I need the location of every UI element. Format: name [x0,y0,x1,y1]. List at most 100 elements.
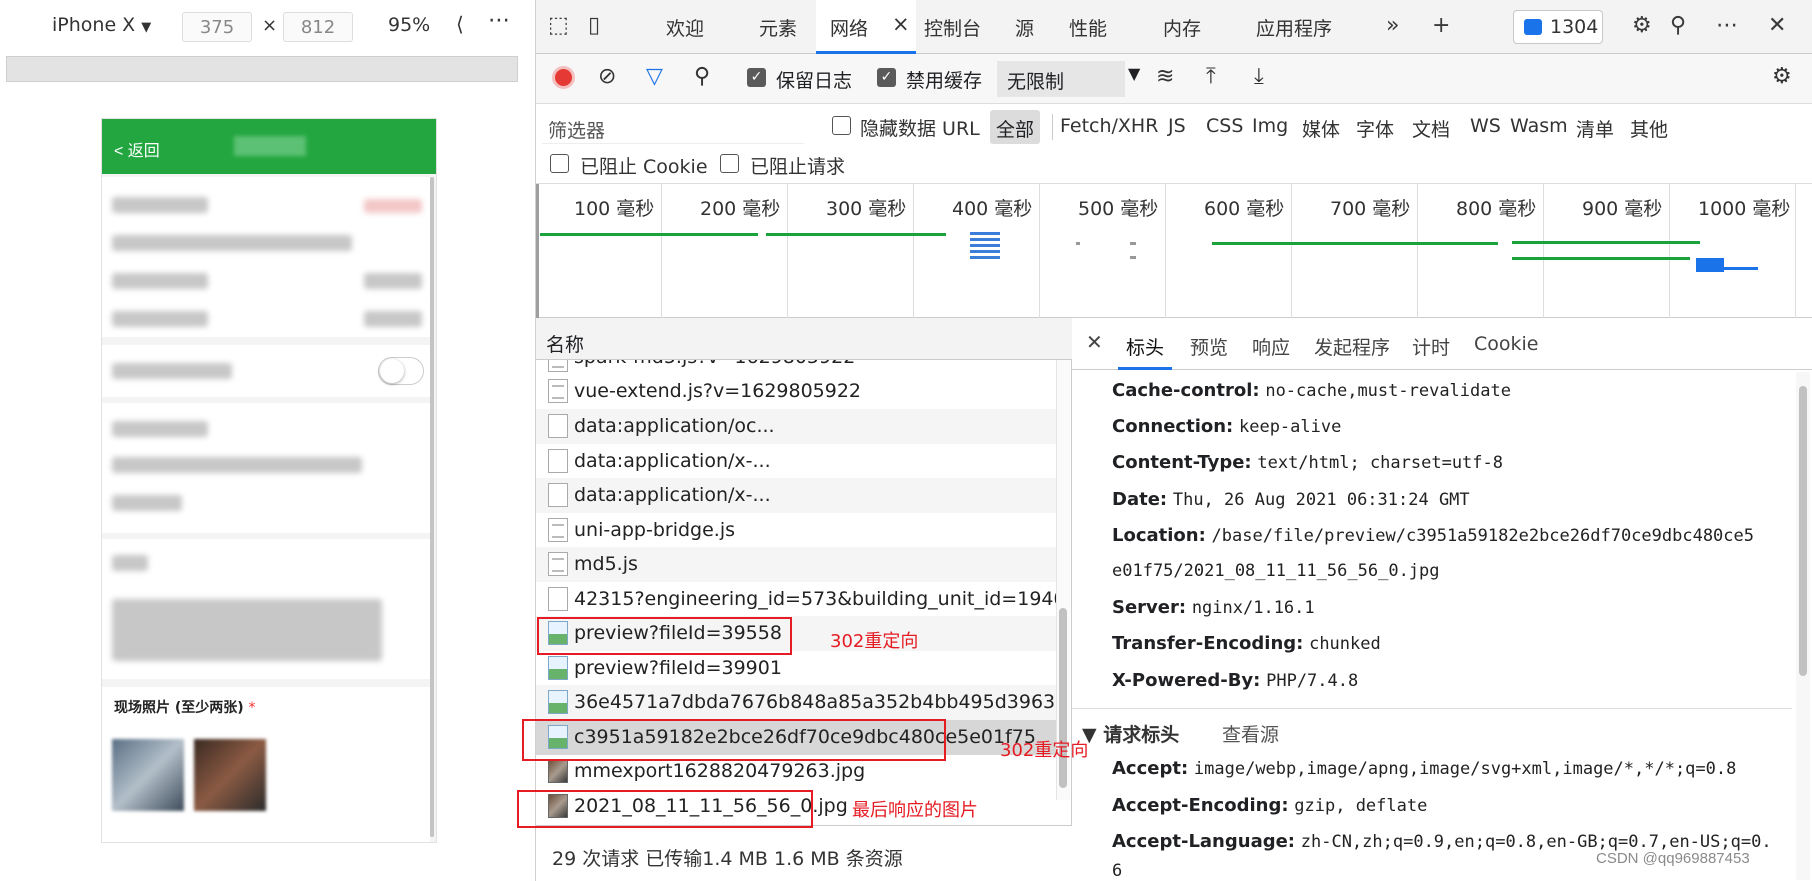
search-icon[interactable]: ⚲ [694,64,710,89]
file-icon [548,414,568,438]
request-name: spark-md5.js?v=1629805922 [574,360,855,368]
type-filter-fetch-xhr[interactable]: Fetch/XHR [1060,115,1158,137]
blocked-cookies-checkbox[interactable] [550,154,569,173]
blocked-cookies-label: 已阻止 Cookie [580,156,708,178]
request-row[interactable]: preview?fileId=39901 [536,651,1056,686]
tab-cookies[interactable]: Cookie [1474,333,1539,355]
type-filter-img[interactable]: Img [1252,115,1288,137]
close-icon[interactable]: ✕ [1086,330,1103,354]
disable-cache-checkbox[interactable]: ✓ [877,68,896,87]
type-filter-manifest[interactable]: 清单 [1576,115,1614,142]
request-list-header[interactable]: 名称 [536,318,1072,360]
preserve-log-checkbox[interactable]: ✓ [747,68,766,87]
back-button[interactable]: < 返回 [114,137,160,161]
type-filter-css[interactable]: CSS [1206,115,1243,137]
tab-network[interactable]: 网络 × [816,0,916,54]
request-row[interactable]: uni-app-bridge.js [536,513,1056,548]
type-filter-doc[interactable]: 文档 [1412,115,1450,142]
request-row[interactable]: spark-md5.js?v=1629805922 [536,360,1056,374]
device-height-input[interactable]: 812 [283,12,353,42]
request-status-bar: 29 次请求 已传输1.4 MB 1.6 MB 条资源 [536,825,1072,881]
tab-elements[interactable]: 元素 [759,14,797,41]
scrollbar-thumb[interactable] [1799,386,1807,676]
request-name: data:application/x-... [574,450,771,472]
type-filter-other[interactable]: 其他 [1630,115,1668,142]
more-tabs-icon[interactable]: » [1386,13,1399,38]
more-options-icon[interactable]: ⋯ [1716,13,1738,38]
type-filter-js[interactable]: JS [1168,115,1186,137]
header-row: Server: nginx/1.16.1 [1112,597,1315,618]
device-name: iPhone X [52,14,136,36]
view-source-link[interactable]: 查看源 [1222,720,1279,747]
gear-icon[interactable]: ⚙ [1772,64,1792,89]
timeline-gridline [787,184,788,318]
record-icon[interactable] [552,66,575,89]
tab-application[interactable]: 应用程序 [1256,14,1332,41]
throttle-select[interactable]: 无限制 [997,61,1125,97]
file-icon [548,379,568,403]
tab-performance[interactable]: 性能 [1069,14,1107,41]
photo-thumbnail[interactable] [194,739,266,811]
gear-icon[interactable]: ⚙ [1632,13,1652,38]
rotate-icon[interactable]: ⟨ [456,12,464,36]
plus-icon[interactable]: + [1432,13,1450,38]
tab-welcome[interactable]: 欢迎 [666,14,704,41]
phone-viewport: < 返回 现场照片 (至少两张) * [101,118,437,843]
request-headers-toggle[interactable]: ▼ 请求标头 [1082,720,1179,747]
inspect-icon[interactable]: ⬚ [548,13,569,38]
download-icon[interactable]: ⤓ [1254,64,1264,89]
blocked-requests-checkbox[interactable] [720,154,739,173]
photo-thumbnail[interactable] [112,739,184,811]
type-filter-font[interactable]: 字体 [1356,115,1394,142]
type-filter-media[interactable]: 媒体 [1302,115,1340,142]
tab-initiator[interactable]: 发起程序 [1314,333,1390,360]
type-filter-ws[interactable]: WS [1470,115,1501,137]
header-row: Date: Thu, 26 Aug 2021 06:31:24 GMT [1112,489,1470,510]
clear-icon[interactable]: ⊘ [598,64,616,89]
tab-console[interactable]: 控制台 [924,14,981,41]
tab-sources[interactable]: 源 [1015,14,1034,41]
header-value: /base/file/preview/c3951a59182e2bce26df7… [1211,526,1754,546]
request-row[interactable]: data:application/x-... [536,478,1056,513]
device-width-input[interactable]: 375 [182,12,252,42]
device-selector[interactable]: iPhone X ▼ [52,14,151,36]
phone-scrollbar[interactable] [430,177,434,837]
tab-headers[interactable]: 标头 [1118,318,1172,370]
filter-input[interactable]: 筛选器 [542,110,804,144]
header-row: Cache-control: no-cache,must-revalidate [1112,380,1511,401]
close-devtools-icon[interactable]: ✕ [1768,13,1786,38]
zoom-selector[interactable]: 95% [388,14,430,36]
tab-memory[interactable]: 内存 [1163,14,1201,41]
tab-timing[interactable]: 计时 [1412,333,1450,360]
timeline-handle[interactable] [536,184,539,318]
toggle-switch[interactable] [378,357,424,385]
request-row[interactable]: vue-extend.js?v=1629805922 [536,374,1056,409]
wifi-settings-icon[interactable]: ≋ [1156,64,1174,89]
hide-data-url-checkbox[interactable] [832,116,851,135]
preserve-log-label: 保留日志 [776,70,853,92]
upload-icon[interactable]: ⤒ [1206,64,1216,89]
blurred-value [364,273,422,289]
timeline-bar [1076,242,1080,245]
close-icon[interactable]: × [892,12,910,36]
header-value: e01f75/2021_08_11_11_56_56_0.jpg [1112,561,1440,581]
more-options-icon[interactable]: ⋯ [488,8,512,33]
network-timeline[interactable]: 100 毫秒 200 毫秒 300 毫秒 400 毫秒 500 毫秒 600 毫… [536,184,1812,318]
request-row[interactable]: data:application/x-... [536,444,1056,479]
device-toggle-icon[interactable]: ▯ [588,13,600,38]
request-summary: 29 次请求 已传输1.4 MB 1.6 MB 条资源 [552,848,903,870]
blurred-field [112,311,208,327]
media-query-ruler [6,56,518,82]
request-row[interactable]: 42315?engineering_id=573&building_unit_i… [536,582,1056,617]
customize-icon[interactable]: ⚲ [1670,13,1686,38]
tab-preview[interactable]: 预览 [1190,333,1228,360]
issues-badge[interactable]: 1304 [1513,10,1603,44]
request-row[interactable]: md5.js [536,547,1056,582]
file-icon [548,587,568,611]
type-filter-all[interactable]: 全部 [990,110,1041,144]
request-row[interactable]: 36e4571a7dbda7676b848a85a352b4bb495d3963 [536,685,1056,720]
type-filter-wasm[interactable]: Wasm [1510,115,1568,137]
filter-icon[interactable]: ▽ [646,64,663,89]
tab-response[interactable]: 响应 [1252,333,1290,360]
request-row[interactable]: data:application/oc... [536,409,1056,444]
